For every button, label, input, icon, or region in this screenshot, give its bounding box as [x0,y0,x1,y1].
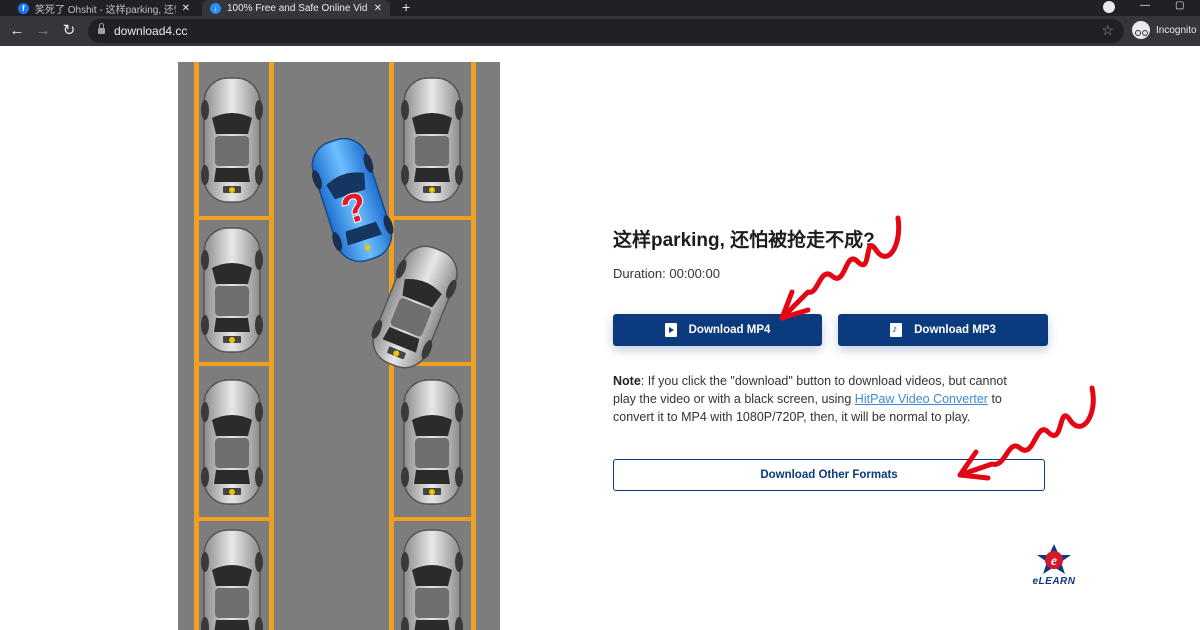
incognito-icon [1132,21,1150,39]
close-tab-icon[interactable]: ✕ [182,3,190,14]
back-icon[interactable]: ← [8,22,26,40]
tab-search-icon[interactable] [1103,1,1115,13]
audio-file-icon [890,323,903,337]
note-label: Note [613,374,641,388]
elearn-label: eLEARN [1032,576,1076,587]
url-text[interactable]: download4.cc [114,24,187,38]
hitpaw-link[interactable]: HitPaw Video Converter [855,392,988,406]
tab-facebook[interactable]: f 笑死了 Ohshit - 这样parking, 还怕... ✕ [10,0,198,16]
new-tab-button[interactable]: + [402,0,410,14]
tab-title: 100% Free and Safe Online Video... [227,2,368,14]
minimize-icon[interactable]: — [1140,0,1150,11]
download-other-formats-label: Download Other Formats [760,469,898,481]
video-title: 这样parking, 还怕被抢走不成? [613,230,875,251]
bookmark-star-icon[interactable]: ☆ [1101,22,1114,39]
lock-icon[interactable] [98,23,105,35]
video-duration: Duration: 00:00:00 [613,266,720,281]
download-mp3-button[interactable]: Download MP3 [838,314,1048,346]
tab-download4[interactable]: ↓ 100% Free and Safe Online Video... ✕ [202,0,390,16]
reload-icon[interactable]: ↻ [60,22,78,40]
download-site-icon: ↓ [210,2,221,14]
download-other-formats-button[interactable]: Download Other Formats [613,459,1045,491]
close-tab-icon[interactable]: ✕ [374,3,382,14]
facebook-icon: f [18,2,29,14]
tab-title: 笑死了 Ohshit - 这样parking, 还怕... [35,4,176,16]
incognito-indicator[interactable]: Incognito [1132,21,1197,39]
video-file-icon [664,323,677,337]
incognito-label: Incognito [1156,24,1197,36]
video-thumbnail: ? [178,62,500,630]
elearn-star-icon: e [1037,544,1071,574]
maximize-icon[interactable]: ▢ [1175,0,1184,11]
address-bar[interactable]: download4.cc ☆ [88,19,1124,43]
download-mp4-button[interactable]: Download MP4 [613,314,822,346]
svg-text:e: e [1051,554,1057,569]
elearn-logo: e eLEARN [1030,543,1078,591]
forward-icon[interactable]: → [34,22,52,40]
tab-strip: f 笑死了 Ohshit - 这样parking, 还怕... ✕ ↓ 100%… [0,0,1200,16]
download-mp4-label: Download MP4 [688,324,771,336]
browser-toolbar: ← → ↻ download4.cc ☆ [0,16,1200,46]
video-info-panel: 这样parking, 还怕被抢走不成? Duration: 00:00:00 D… [613,228,1053,491]
download-mp3-label: Download MP3 [914,324,996,336]
note-text: Note: If you click the "download" button… [613,372,1018,426]
